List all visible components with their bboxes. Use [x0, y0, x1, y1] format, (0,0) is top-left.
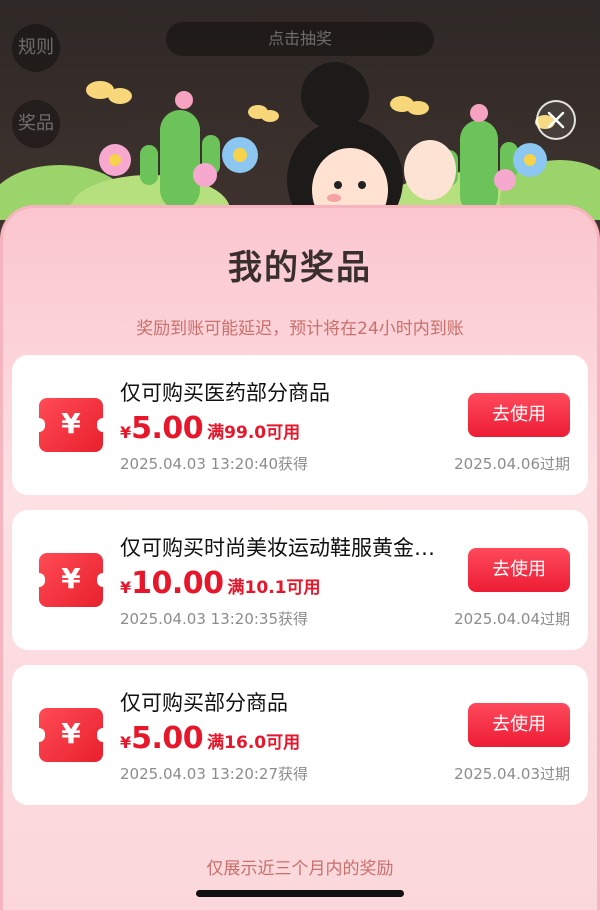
close-icon [547, 111, 565, 129]
coupon-price: ¥5.00 满16.0可用 [120, 721, 300, 756]
coupon-condition: 满16.0可用 [207, 733, 301, 753]
coupon-yen-icon: ¥ [33, 398, 109, 452]
coupon-price: ¥10.00 满10.1可用 [120, 566, 321, 601]
coupon-obtained-time: 2025.04.03 13:20:35获得 [120, 610, 309, 628]
currency-symbol: ¥ [120, 423, 132, 442]
coupon-yen-icon: ¥ [33, 708, 109, 762]
coupon-obtained-time: 2025.04.03 13:20:40获得 [120, 455, 309, 473]
use-coupon-button[interactable]: 去使用 [468, 548, 570, 592]
coupon-condition: 满10.1可用 [227, 578, 321, 598]
panel-footer-note: 仅展示近三个月内的奖励 [206, 859, 394, 879]
panel-title: 我的奖品 [228, 248, 372, 288]
use-coupon-button[interactable]: 去使用 [468, 703, 570, 747]
coupon-title: 仅可购买部分商品 [120, 691, 288, 715]
home-indicator[interactable] [196, 890, 404, 897]
close-button[interactable] [536, 100, 576, 140]
draw-button-bg: 点击抽奖 [166, 22, 434, 56]
coupon-yen-icon: ¥ [33, 553, 109, 607]
coupon-condition: 满99.0可用 [207, 423, 301, 443]
coupon-title: 仅可购买时尚美妆运动鞋服黄金… [120, 536, 435, 560]
panel-subtitle: 奖励到账可能延迟，预计将在24小时内到账 [136, 319, 464, 339]
coupon-card: ¥ 仅可购买时尚美妆运动鞋服黄金… ¥10.00 满10.1可用 2025.04.… [12, 510, 588, 650]
coupon-expiry: 2025.04.03过期 [454, 765, 570, 783]
coupon-card: ¥ 仅可购买部分商品 ¥5.00 满16.0可用 2025.04.03 13:20… [12, 665, 588, 805]
coupon-price: ¥5.00 满99.0可用 [120, 411, 300, 446]
coupon-title: 仅可购买医药部分商品 [120, 381, 330, 405]
coupon-card: ¥ 仅可购买医药部分商品 ¥5.00 满99.0可用 2025.04.03 13:… [12, 355, 588, 495]
coupon-expiry: 2025.04.06过期 [454, 455, 570, 473]
currency-symbol: ¥ [120, 578, 132, 597]
currency-symbol: ¥ [120, 733, 132, 752]
coupon-amount: 5.00 [131, 411, 204, 446]
coupon-expiry: 2025.04.04过期 [454, 610, 570, 628]
coupon-amount: 10.00 [131, 566, 224, 601]
coupon-amount: 5.00 [131, 721, 204, 756]
garden-illustration [0, 62, 600, 220]
coupon-obtained-time: 2025.04.03 13:20:27获得 [120, 765, 309, 783]
character-illustration [287, 62, 456, 220]
use-coupon-button[interactable]: 去使用 [468, 393, 570, 437]
